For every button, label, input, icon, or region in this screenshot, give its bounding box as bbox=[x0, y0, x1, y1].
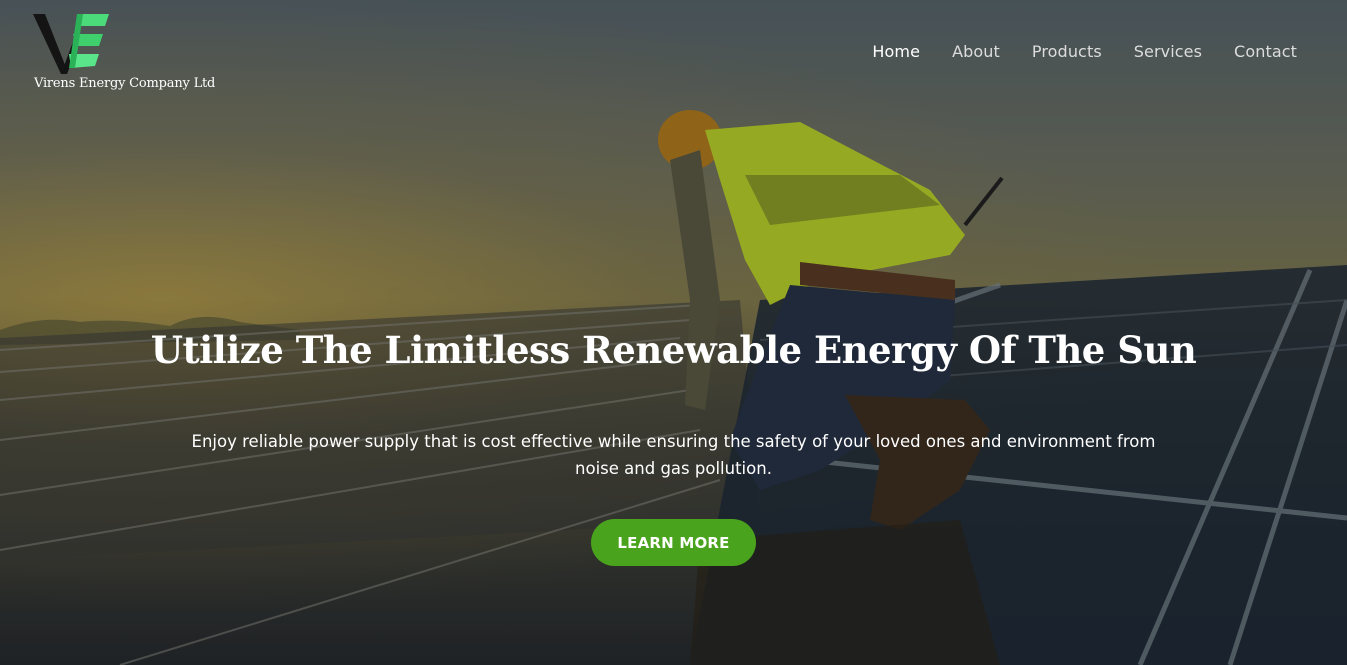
brand-name: Virens Energy Company Ltd bbox=[34, 76, 216, 91]
hero-subtext: Enjoy reliable power supply that is cost… bbox=[191, 432, 1156, 478]
virens-ve-logo-icon bbox=[33, 14, 109, 74]
brand-logo[interactable]: Virens Energy Company Ltd bbox=[33, 12, 216, 96]
main-navigation: Home About Products Services Contact bbox=[872, 42, 1297, 61]
hero-section: Virens Energy Company Ltd Home About Pro… bbox=[0, 0, 1347, 665]
nav-item-home[interactable]: Home bbox=[872, 42, 920, 61]
learn-more-button[interactable]: LEARN MORE bbox=[591, 519, 756, 566]
nav-item-about[interactable]: About bbox=[952, 42, 1000, 61]
hero-headline: Utilize The Limitless Renewable Energy O… bbox=[150, 328, 1197, 372]
nav-item-contact[interactable]: Contact bbox=[1234, 42, 1297, 61]
nav-item-services[interactable]: Services bbox=[1134, 42, 1202, 61]
nav-item-products[interactable]: Products bbox=[1032, 42, 1102, 61]
